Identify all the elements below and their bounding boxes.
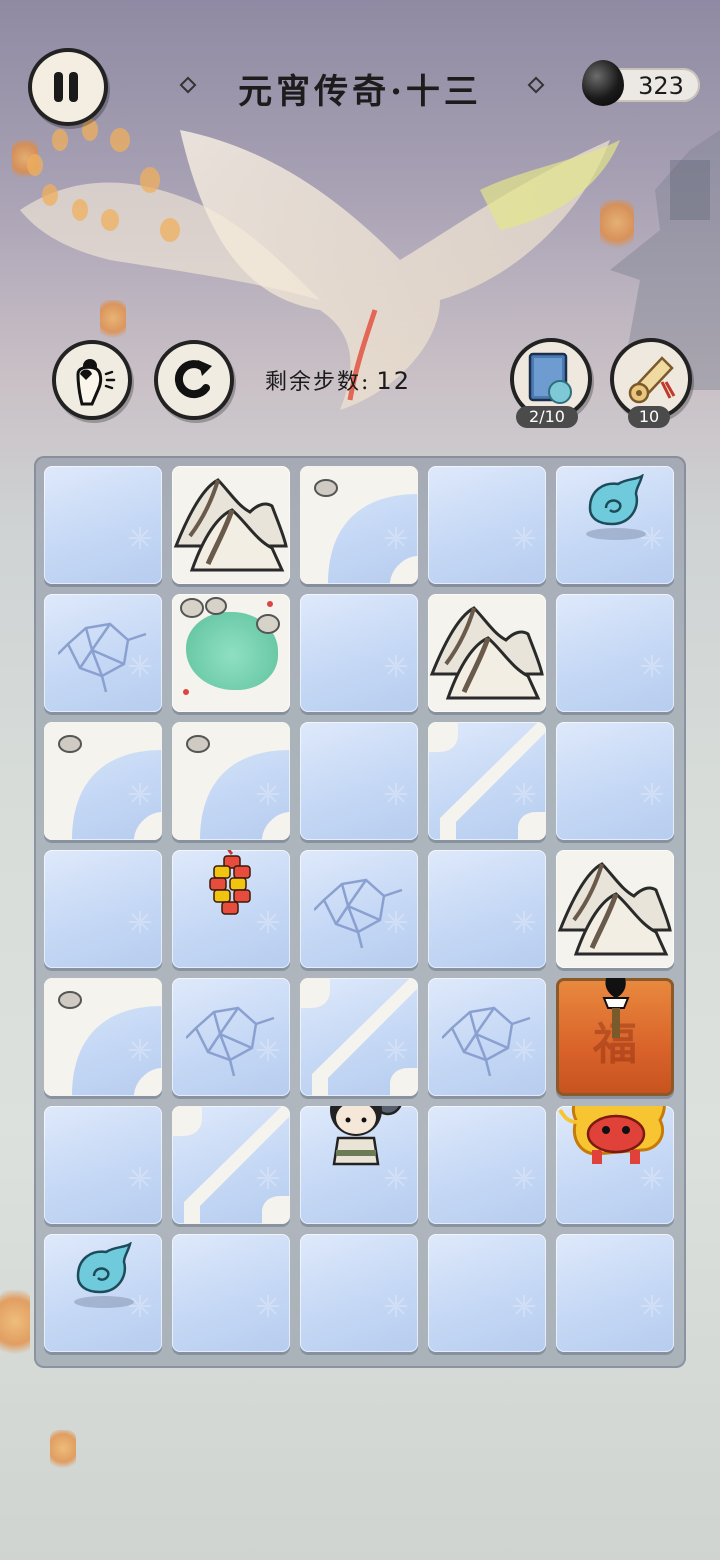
shadow [74, 1296, 134, 1308]
level-title: 元宵传奇·十三 [238, 72, 482, 112]
ink-drop-icon [582, 60, 624, 106]
path-corner-icon [300, 466, 418, 584]
restart-button[interactable] [154, 340, 234, 420]
remaining-steps: 剩余步数: 12 [265, 364, 411, 396]
board-tile-path-diagonal[interactable] [172, 1106, 290, 1224]
title-ornament [527, 76, 545, 94]
path-diagonal-icon [300, 978, 418, 1096]
board-tile-pond[interactable] [172, 594, 290, 712]
board-tile-spirit[interactable] [44, 1234, 162, 1352]
cracked-ice-icon [428, 978, 546, 1096]
character-hint-icon [76, 359, 116, 406]
board-tile-ice[interactable] [44, 466, 162, 584]
lantern-decoration [0, 1290, 30, 1360]
pause-icon [54, 72, 63, 102]
board-tile-cracked-ice[interactable] [44, 594, 162, 712]
board-tile-mountain[interactable] [428, 594, 546, 712]
board-tile-cracked-ice[interactable] [300, 850, 418, 968]
rocks-icon [180, 597, 280, 695]
board-tile-mountain[interactable] [556, 850, 674, 968]
board-tile-path-corner[interactable] [172, 722, 290, 840]
currency-display: 323 [582, 60, 702, 110]
path-corner-icon [172, 722, 290, 840]
board-tile-ice[interactable] [428, 850, 546, 968]
board-tile-spirit[interactable] [556, 466, 674, 584]
pause-icon-bar [69, 72, 78, 102]
steps-label: 剩余步数: [265, 370, 371, 395]
path-corner-icon [44, 722, 162, 840]
board-tile-ice[interactable] [44, 1106, 162, 1224]
board-tile-fire-lion[interactable] [556, 1106, 674, 1224]
board-tile-ice[interactable] [556, 1234, 674, 1352]
pause-button[interactable] [28, 48, 108, 126]
board-tile-ice[interactable] [556, 722, 674, 840]
board-tile-ice[interactable] [300, 722, 418, 840]
cracked-ice-icon [172, 978, 290, 1096]
path-corner-icon [44, 978, 162, 1096]
board-tile-path-corner[interactable] [44, 722, 162, 840]
board-tile-cracked-ice[interactable] [428, 978, 546, 1096]
torch-icon [602, 978, 630, 1038]
steps-value: 12 [376, 367, 411, 395]
board-tile-ice[interactable] [300, 594, 418, 712]
board-tile-path-corner[interactable] [44, 978, 162, 1096]
board-tile-ice[interactable] [300, 1234, 418, 1352]
board-tile-hero[interactable] [300, 1106, 418, 1224]
board-tile-path-diagonal[interactable] [300, 978, 418, 1096]
mountain-icon [428, 594, 546, 712]
cracked-ice-icon [300, 850, 418, 968]
board-tile-fire-brazier[interactable]: 福 [556, 978, 674, 1096]
book-icon [528, 352, 572, 404]
board-tile-path-corner[interactable] [300, 466, 418, 584]
firecracker-icon [209, 850, 251, 915]
scroll-item-count: 10 [628, 406, 670, 428]
board-tile-ice[interactable] [556, 594, 674, 712]
currency-value: 323 [638, 72, 684, 100]
path-diagonal-icon [428, 722, 546, 840]
board-tile-ice[interactable] [428, 1106, 546, 1224]
shadow [586, 528, 646, 540]
scroll-icon [628, 356, 676, 404]
board-tile-ice[interactable] [428, 1234, 546, 1352]
board-tile-ice[interactable] [172, 1234, 290, 1352]
mountain-icon [172, 466, 290, 584]
board-tile-cracked-ice[interactable] [172, 978, 290, 1096]
board-tile-ice[interactable] [428, 466, 546, 584]
cracked-ice-icon [44, 594, 162, 712]
book-item-count: 2/10 [516, 406, 578, 428]
board-tile-path-diagonal[interactable] [428, 722, 546, 840]
board-tile-ice[interactable] [44, 850, 162, 968]
puzzle-board: 福 [34, 456, 686, 1368]
mountain-icon [556, 850, 674, 968]
path-diagonal-icon [172, 1106, 290, 1224]
lantern-decoration [50, 1430, 76, 1470]
hint-button[interactable] [52, 340, 132, 420]
board-tile-mountain[interactable] [172, 466, 290, 584]
restart-icon [174, 360, 212, 399]
board-tile-firecracker[interactable] [172, 850, 290, 968]
